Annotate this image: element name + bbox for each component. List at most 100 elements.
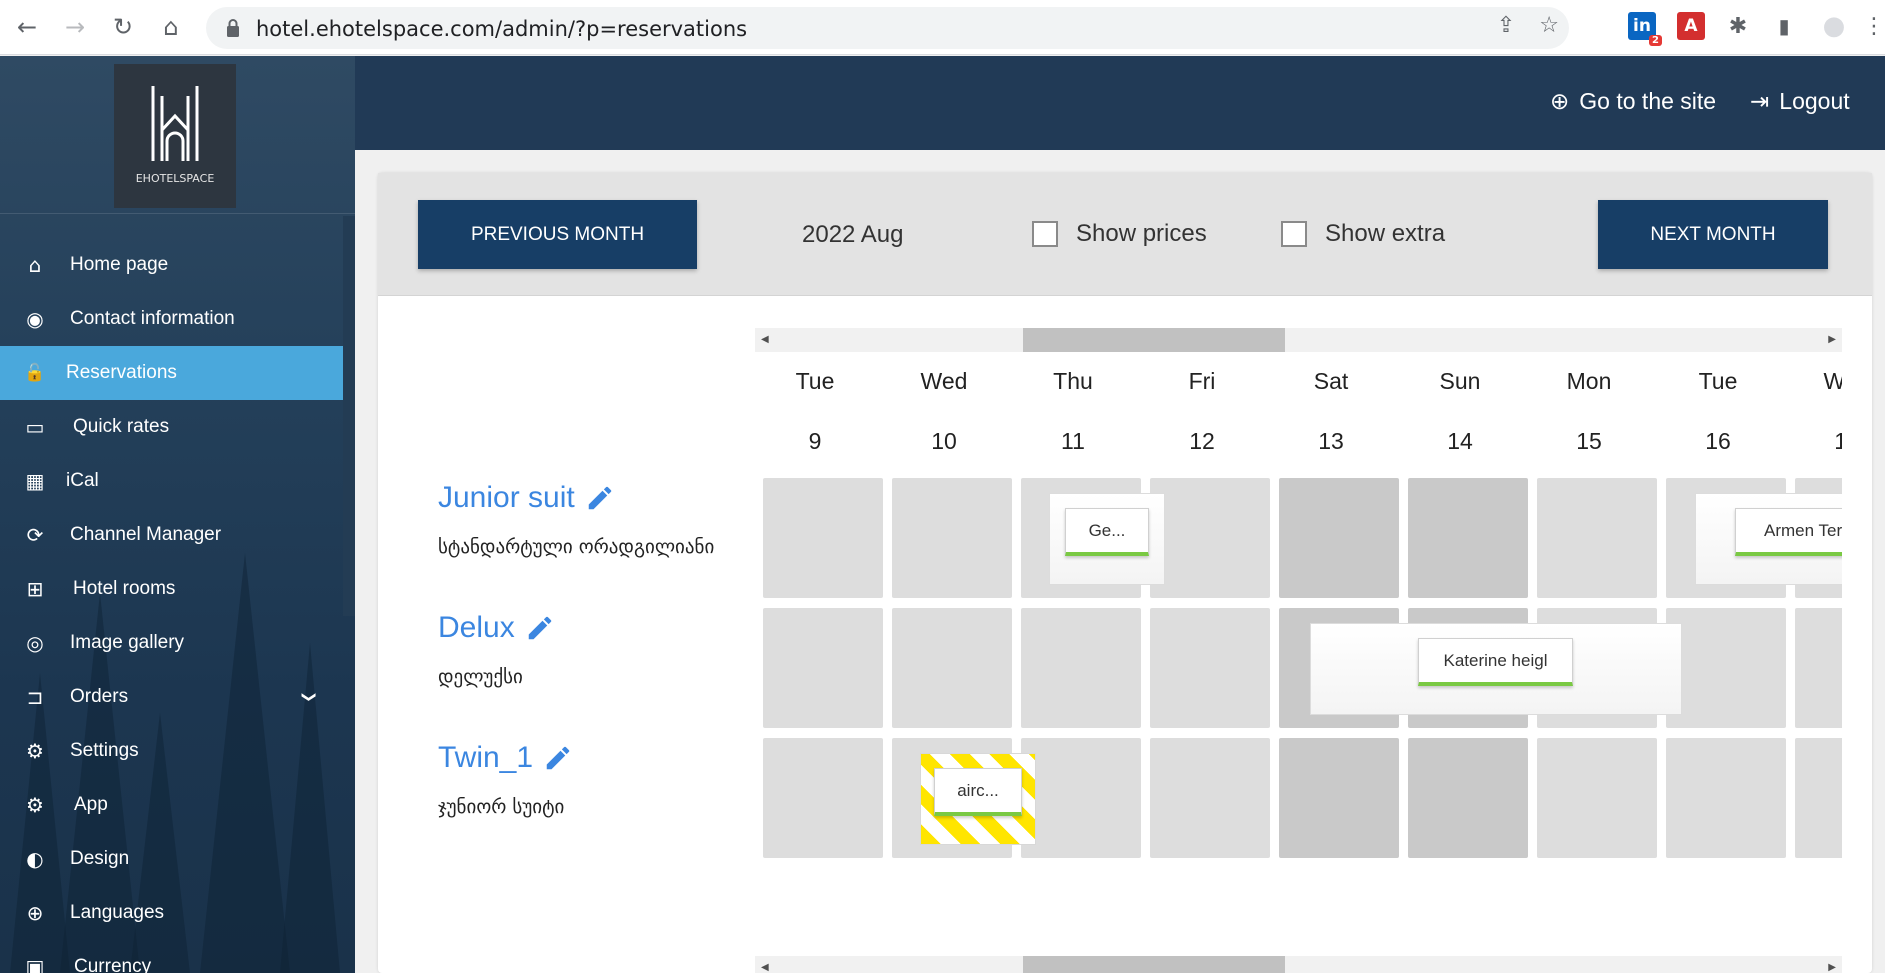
sidebar-item-settings[interactable]: ⚙ Settings — [0, 724, 343, 778]
calendar-cell[interactable] — [1795, 738, 1842, 858]
extensions-puzzle-icon[interactable]: ✱ — [1724, 12, 1752, 40]
sidebar-item-reservations[interactable]: 🔓 Reservations — [0, 346, 343, 400]
show-extra-checkbox[interactable]: Show extra — [1281, 220, 1445, 248]
sidebar-item-label: Languages — [70, 902, 165, 923]
scroll-right-icon[interactable]: ▶ — [1828, 962, 1836, 973]
calendar-scrollbar-bottom[interactable]: ◀ ▶ — [755, 956, 1842, 973]
url-text: hotel.ehotelspace.com/admin/?p=reservati… — [256, 17, 748, 41]
go-to-site-link[interactable]: ⊕ Go to the site — [1550, 88, 1716, 115]
sidebar-item-home-page[interactable]: ⌂ Home page — [0, 238, 343, 292]
scroll-right-icon[interactable]: ▶ — [1828, 334, 1836, 345]
calendar-cell[interactable] — [763, 478, 883, 598]
calendar-cell[interactable] — [1666, 608, 1786, 728]
site-logo[interactable]: EHOTELSPACE — [114, 64, 236, 208]
sidebar-item-contact-information[interactable]: ◉ Contact information — [0, 292, 343, 346]
current-month-label: 2022 Aug — [802, 221, 904, 248]
reload-icon[interactable]: ↻ — [106, 10, 140, 44]
gear-icon: ⚙ — [26, 739, 44, 763]
room-name-delux[interactable]: Delux — [438, 611, 555, 645]
calendar-cell[interactable] — [892, 608, 1012, 728]
go-to-site-label: Go to the site — [1579, 88, 1717, 114]
globe-icon: ⊕ — [1550, 88, 1570, 115]
building-icon: ⊞ — [26, 577, 44, 601]
calendar-cell[interactable] — [1021, 608, 1141, 728]
sidebar-item-ical[interactable]: ▦ iCal — [0, 454, 343, 508]
address-bar[interactable]: hotel.ehotelspace.com/admin/?p=reservati… — [206, 7, 1569, 49]
pencil-edit-icon[interactable] — [585, 483, 615, 513]
calendar-cell[interactable] — [892, 478, 1012, 598]
sidebar-item-orders[interactable]: ⊐ Orders ❯ — [0, 670, 343, 724]
back-icon[interactable]: ← — [10, 10, 44, 44]
share-icon[interactable]: ⇪ — [1497, 13, 1515, 38]
calendar-cell[interactable] — [1150, 478, 1270, 598]
sidebar-item-channel-manager[interactable]: ⟳ Channel Manager — [0, 508, 343, 562]
room-subtitle: ჯუნიორ სუიტი — [438, 796, 565, 818]
room-name-twin-1[interactable]: Twin_1 — [438, 741, 573, 775]
bookmark-star-icon[interactable]: ☆ — [1539, 13, 1559, 38]
scrollbar-thumb[interactable] — [1023, 956, 1285, 973]
calendar-cell[interactable] — [1279, 478, 1399, 598]
booking-tag[interactable]: airc... — [934, 768, 1022, 816]
sidebar-item-label: Quick rates — [73, 416, 170, 437]
day-number: 12 — [1189, 428, 1215, 454]
room-name-label: Delux — [438, 611, 515, 644]
sidebar-item-design[interactable]: ◐ Design — [0, 832, 343, 886]
calendar-cell[interactable] — [1408, 738, 1528, 858]
hotel-logo-icon — [151, 86, 199, 161]
logo-text: EHOTELSPACE — [135, 172, 215, 185]
calendar-cell[interactable] — [1021, 738, 1141, 858]
calendar-cell[interactable] — [1279, 738, 1399, 858]
browser-toolbar: ← → ↻ ⌂ hotel.ehotelspace.com/admin/?p=r… — [0, 0, 1885, 55]
calendar-cell[interactable] — [763, 608, 883, 728]
money-icon: ▣ — [25, 955, 45, 973]
day-of-week: Sat — [1313, 368, 1349, 394]
calendar-grid: Tue Wed Thu Fri Sat Sun Mon Tue Wed 9 10… — [755, 348, 1842, 948]
scroll-left-icon[interactable]: ◀ — [761, 334, 769, 345]
booking-tag[interactable]: Katerine heigl — [1418, 638, 1573, 686]
calendar-cell[interactable] — [763, 738, 883, 858]
forward-icon[interactable]: → — [58, 10, 92, 44]
previous-month-button[interactable]: PREVIOUS MONTH — [418, 200, 697, 269]
sync-icon: ⟳ — [26, 523, 44, 547]
pencil-edit-icon[interactable] — [543, 743, 573, 773]
sidebar-item-label: Home page — [70, 254, 169, 275]
booking-tag[interactable]: Ge... — [1065, 508, 1149, 556]
sidebar-item-quick-rates[interactable]: ▭ Quick rates — [0, 400, 343, 454]
calendar-cell[interactable] — [1666, 738, 1786, 858]
calendar-cell[interactable] — [1150, 738, 1270, 858]
calendar-cell[interactable] — [1150, 608, 1270, 728]
room-subtitle: სტანდარტული ორადგილიანი — [438, 536, 715, 558]
sidebar-item-app[interactable]: ⚙ App — [0, 778, 343, 832]
pdf-extension-icon[interactable]: A — [1677, 12, 1705, 40]
unlock-icon: 🔓 — [24, 363, 46, 383]
day-number: 15 — [1576, 428, 1602, 454]
sidebar-item-label: Contact information — [70, 308, 235, 329]
palette-icon: ◐ — [26, 847, 44, 871]
side-panel-icon[interactable]: ▮ — [1770, 12, 1798, 40]
browser-menu-icon[interactable]: ⋮ — [1860, 12, 1885, 40]
show-extra-box[interactable] — [1281, 221, 1307, 247]
calendar-cell[interactable] — [1537, 478, 1657, 598]
pencil-edit-icon[interactable] — [525, 613, 555, 643]
scroll-left-icon[interactable]: ◀ — [761, 962, 769, 973]
logout-link[interactable]: ⇥ Logout — [1750, 88, 1850, 115]
day-of-week: Wed — [920, 368, 968, 394]
room-name-junior-suit[interactable]: Junior suit — [438, 481, 615, 515]
profile-avatar-icon[interactable]: ● — [1820, 11, 1848, 41]
sidebar-item-hotel-rooms[interactable]: ⊞ Hotel rooms — [0, 562, 343, 616]
sidebar-item-image-gallery[interactable]: ◎ Image gallery — [0, 616, 343, 670]
sidebar-item-currency[interactable]: ▣ Currency — [0, 940, 343, 973]
room-name-label: Junior suit — [438, 481, 575, 514]
calendar-cell[interactable] — [1537, 738, 1657, 858]
next-month-button[interactable]: NEXT MONTH — [1598, 200, 1828, 269]
home-icon[interactable]: ⌂ — [154, 10, 188, 44]
sidebar-scrollbar[interactable] — [343, 216, 355, 616]
show-prices-checkbox[interactable]: Show prices — [1032, 220, 1207, 248]
sidebar-item-languages[interactable]: ⊕ Languages — [0, 886, 343, 940]
day-of-week: Mon — [1566, 368, 1612, 394]
linkedin-extension-icon[interactable]: in 2 — [1628, 12, 1662, 46]
calendar-cell[interactable] — [1408, 478, 1528, 598]
booking-tag[interactable]: Armen Ter — [1735, 508, 1842, 556]
calendar-cell[interactable] — [1795, 608, 1842, 728]
show-prices-box[interactable] — [1032, 221, 1058, 247]
